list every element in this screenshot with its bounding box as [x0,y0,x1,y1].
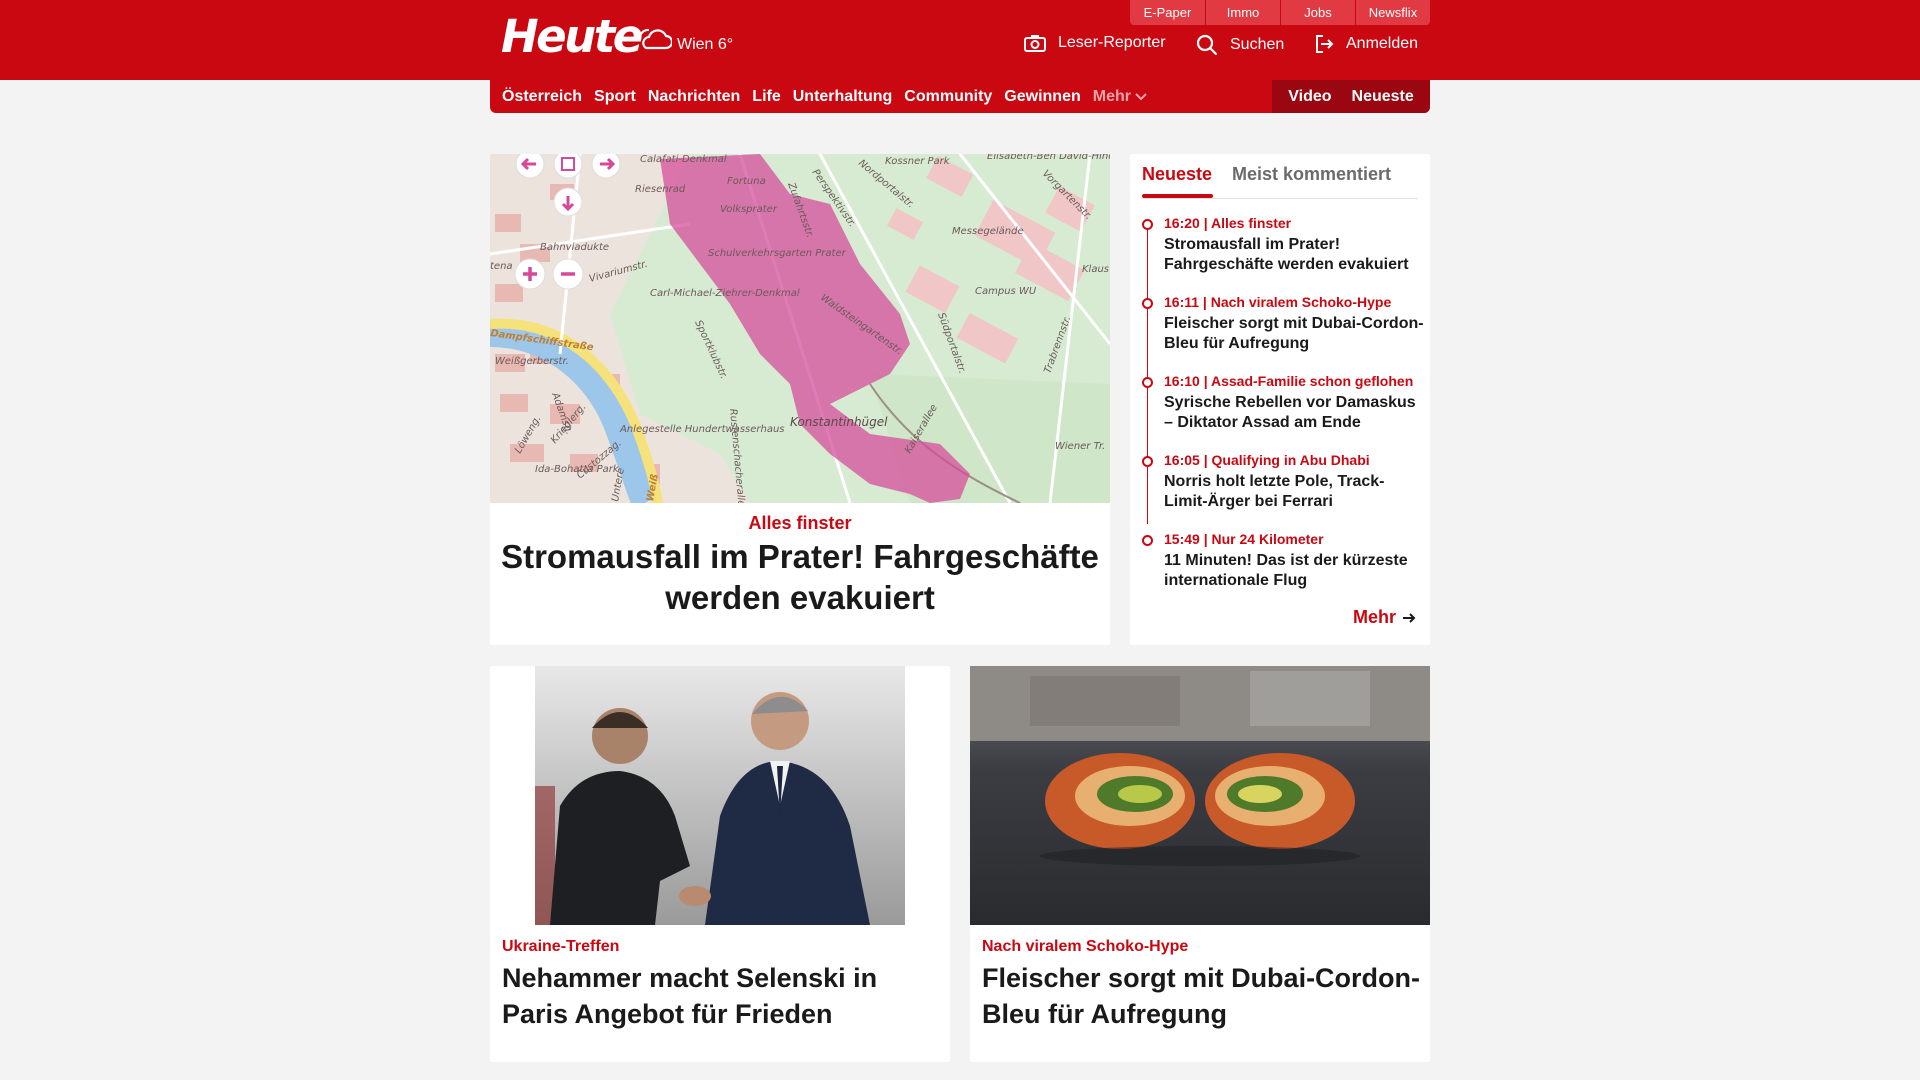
nav-item-video[interactable]: Video [1288,88,1331,106]
ticker-meta: 16:10 | Assad-Familie schon geflohen [1164,373,1414,389]
timeline-line [1147,224,1148,524]
card-headline: Fleischer sorgt mit Dubai-Cordon-Bleu fü… [982,963,1421,1029]
map-label-riesenrad: Riesenrad [635,184,686,195]
nav-item-community[interactable]: Community [904,88,992,106]
nav-item-life[interactable]: Life [752,88,780,106]
ticker-title: Norris holt letzte Pole, Track-Limit-Ärg… [1164,473,1385,510]
ticker-meta: 16:05 | Qualifying in Abu Dhabi [1164,452,1370,468]
map-label-fortuna: Fortuna [727,176,766,187]
map-label-campus: Campus WU [975,286,1037,297]
sidebar-more-link[interactable]: Mehr [1353,607,1416,628]
map-label-konstantinhuegel: Konstantinhügel [790,415,888,429]
ticker-title: Stromausfall im Prater! Fahrgeschäfte we… [1164,236,1409,273]
map-label-calafati: Calafati-Denkmal [640,154,727,165]
map-label-zieherer: Carl-Michael-Ziehrer-Denkmal [650,288,800,299]
ticker-title: Fleischer sorgt mit Dubai-Cordon-Bleu fü… [1164,315,1424,352]
nav-item-gewinnen[interactable]: Gewinnen [1004,88,1080,106]
timeline-dot-icon [1142,219,1153,230]
service-link-jobs[interactable]: Jobs [1280,0,1355,25]
search-icon [1196,34,1218,56]
service-link-immo[interactable]: Immo [1205,0,1280,25]
active-tab-indicator [1142,194,1213,198]
weather-label: Wien 6° [677,36,734,53]
map-label-wiener-tr: Wiener Tr. [1055,441,1105,452]
arrow-right-icon [1403,612,1416,623]
service-links: E-Paper Immo Jobs Newsflix [1130,0,1430,25]
timeline-dot-icon [1142,535,1153,546]
hero-kicker: Alles finster [748,513,852,533]
map-label-elisabeth: Elisabeth-Ben David-Hindler Park [987,154,1110,162]
ticker-meta: 16:20 | Alles finster [1164,215,1292,231]
hero-headline[interactable]: Stromausfall im Prater! Fahrgeschäfte we… [500,536,1100,618]
card-headline: Nehammer macht Selenski in Paris Angebot… [502,963,878,1029]
nav-item-nachrichten[interactable]: Nachrichten [648,88,740,106]
tab-meist-kommentiert[interactable]: Meist kommentiert [1232,164,1391,185]
hero-article[interactable]: Calafati-Denkmal Riesenrad Fortuna Volks… [490,154,1110,645]
card-kicker: Nach viralem Schoko-Hype [982,938,1189,955]
hero-map-image: Calafati-Denkmal Riesenrad Fortuna Volks… [490,154,1110,503]
chevron-down-icon [1135,92,1147,100]
nav-more-label: Mehr [1092,87,1131,105]
main-nav: Österreich Sport Nachrichten Life Unterh… [490,80,1430,113]
map-pan-right-icon[interactable] [591,154,621,179]
nav-item-unterhaltung[interactable]: Unterhaltung [793,88,893,106]
leser-reporter-label: Leser-Reporter [1058,34,1166,51]
search-button[interactable]: Suchen [1196,34,1284,56]
nav-item-oesterreich[interactable]: Österreich [502,88,582,106]
login-icon [1316,35,1334,53]
article-image-handshake [490,666,950,925]
tab-neueste[interactable]: Neueste [1142,164,1212,185]
map-label-klaus: Klaus [1082,264,1109,275]
camera-icon [1024,35,1046,52]
map-label-messe: Messegelände [952,226,1024,237]
timeline-dot-icon [1142,298,1153,309]
article-card[interactable]: Ukraine-Treffen Nehammer macht Selenski … [490,666,950,1062]
card-kicker: Ukraine-Treffen [502,938,620,955]
news-ticker-sidebar: Neueste Meist kommentiert 16:20 | Alles … [1130,154,1430,645]
sidebar-more-label: Mehr [1352,607,1396,627]
site-header: Heute Wien 6° E-Paper Immo Jobs Newsflix… [0,0,1920,80]
article-card[interactable]: Nach viralem Schoko-Hype Fleischer sorgt… [970,666,1430,1062]
search-label: Suchen [1230,36,1285,53]
nav-more-dropdown[interactable]: Mehr [1093,88,1147,106]
nav-item-sport[interactable]: Sport [594,88,636,106]
ticker-title: Syrische Rebellen vor Damaskus – Diktato… [1164,394,1416,431]
heute-logo[interactable]: Heute [501,11,643,63]
timeline-dot-icon [1142,456,1153,467]
weather-cloud-icon [638,28,672,50]
login-button[interactable]: Anmelden [1314,34,1418,54]
service-link-epaper[interactable]: E-Paper [1130,0,1205,25]
ticker-title: 11 Minuten! Das ist der kürzeste interna… [1164,552,1408,589]
nav-right-group: Video Neueste [1272,80,1430,113]
map-label-anlegestelle: Anlegestelle Hundertwasserhaus [619,424,785,435]
sidebar-tabs: Neueste Meist kommentiert [1142,154,1418,199]
map-label-kossner: Kossner Park [885,156,951,167]
nav-item-neueste[interactable]: Neueste [1352,88,1414,106]
leser-reporter-button[interactable]: Leser-Reporter [1024,34,1166,52]
service-link-newsflix[interactable]: Newsflix [1355,0,1430,25]
article-image-cordon-bleu [970,666,1430,925]
map-label-bahnviadukte: Bahnviadukte [540,242,609,253]
ticker-meta: 15:49 | Nur 24 Kilometer [1164,531,1324,547]
map-label-tena: tena [490,261,513,272]
map-label-weissgerber: Weißgerberstr. [495,356,569,367]
login-label: Anmelden [1346,35,1419,52]
timeline-dot-icon [1142,377,1153,388]
map-label-schulverkehr: Schulverkehrsgarten Prater [708,248,847,259]
ticker-meta: 16:11 | Nach viralem Schoko-Hype [1164,294,1392,310]
map-label-volksprater: Volksprater [720,204,778,215]
map-pan-left-icon[interactable] [515,154,545,179]
